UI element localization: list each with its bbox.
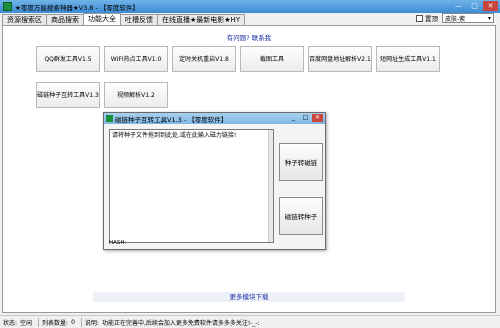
tab-functions[interactable]: 功能大全 (83, 13, 121, 25)
divider (38, 317, 40, 327)
tab-live-movies[interactable]: 在线直播★最新电影★HY (157, 14, 246, 25)
hash-label: HASH: (109, 240, 127, 246)
dialog-title: 磁链种子互转工具V1.3 - 【零度软件】 (115, 115, 228, 124)
video-parse-button[interactable]: 视频解析V1.2 (104, 82, 168, 108)
skin-select[interactable]: 皮肤-紫 ▾ (442, 13, 494, 23)
status-state-label: 状态: (3, 319, 18, 327)
magnet-to-seed-button[interactable]: 磁链转种子 (279, 197, 323, 235)
status-desc-value: 功能正在完善中,后续会加入更多免费软件请多多多关注!-_-: (101, 319, 260, 327)
status-count-value: 0 (71, 318, 75, 326)
maximize-button[interactable]: □ (467, 1, 482, 11)
timed-shutdown-button[interactable]: 定时关机重启V1.8 (172, 46, 236, 72)
status-count-label: 列表数量: (42, 319, 69, 327)
magnet-seed-tool-button[interactable]: 磁链种子互转工具V1.3 (36, 82, 100, 108)
title-bar: ★零度万能搜索神器★V3.8 - 【零度软件】 — □ ✕ (0, 0, 500, 13)
magnet-input-area[interactable]: 请将种子文件拖到到此处,或在此输入磁力链接! (109, 129, 274, 243)
pin-checkbox[interactable]: 置顶 (416, 13, 438, 23)
app-icon (3, 2, 12, 11)
more-modules-link[interactable]: 更多模块下载 (93, 292, 405, 302)
dialog-title-bar: 磁链种子互转工具V1.3 - 【零度软件】 _ □ ✕ (104, 113, 325, 124)
status-state-value: 空闲 (20, 319, 33, 327)
short-url-button[interactable]: 短网址生成工具V1.1 (376, 46, 440, 72)
window-controls: — □ ✕ (451, 1, 498, 11)
magnet-seed-dialog: 磁链种子互转工具V1.3 - 【零度软件】 _ □ ✕ 请将种子文件拖到到此处,… (103, 112, 326, 250)
scrollbar[interactable] (268, 130, 273, 242)
window-title: ★零度万能搜索神器★V3.8 - 【零度软件】 (15, 3, 139, 12)
seed-to-magnet-button[interactable]: 种子转磁链 (279, 143, 323, 181)
wifi-hotspot-button[interactable]: WIFI热点工具V1.0 (104, 46, 168, 72)
tab-resource-search[interactable]: 资源搜索区 (2, 14, 47, 25)
tab-product-search[interactable]: 商品搜索 (46, 14, 84, 25)
status-bar: 状态: 空闲 列表数量: 0 说明: 功能正在完善中,后续会加入更多免费软件请多… (0, 315, 500, 328)
checkbox-box[interactable] (416, 14, 423, 22)
minimize-button[interactable]: — (451, 1, 466, 11)
magnet-input-text: 请将种子文件拖到到此处,或在此输入磁力链接! (112, 132, 237, 139)
close-button[interactable]: ✕ (483, 1, 498, 11)
divider (80, 317, 82, 327)
help-link[interactable]: 有问题? 联系我 (3, 32, 495, 42)
dialog-controls: _ □ ✕ (288, 114, 323, 122)
skin-value: 皮肤-紫 (445, 15, 466, 23)
dialog-close-button[interactable]: ✕ (312, 114, 323, 122)
tab-feedback[interactable]: 吐槽反馈 (120, 14, 158, 25)
screenshot-tool-button[interactable]: 截图工具 (240, 46, 304, 72)
status-desc-label: 说明: (84, 319, 99, 327)
top-right-controls: 置顶 皮肤-紫 ▾ (416, 13, 494, 23)
dialog-minimize-button[interactable]: _ (288, 114, 299, 122)
dialog-app-icon (106, 115, 113, 122)
tab-bar: 资源搜索区 商品搜索 功能大全 吐槽反馈 在线直播★最新电影★HY (2, 13, 246, 25)
dialog-maximize-button[interactable]: □ (300, 114, 311, 122)
baidu-pan-parse-button[interactable]: 百度网盘地址解析V2.1 (308, 46, 372, 72)
qq-group-send-button[interactable]: QQ群发工具V1.5 (36, 46, 100, 72)
chevron-down-icon: ▾ (487, 14, 491, 22)
pin-label: 置顶 (425, 15, 438, 23)
